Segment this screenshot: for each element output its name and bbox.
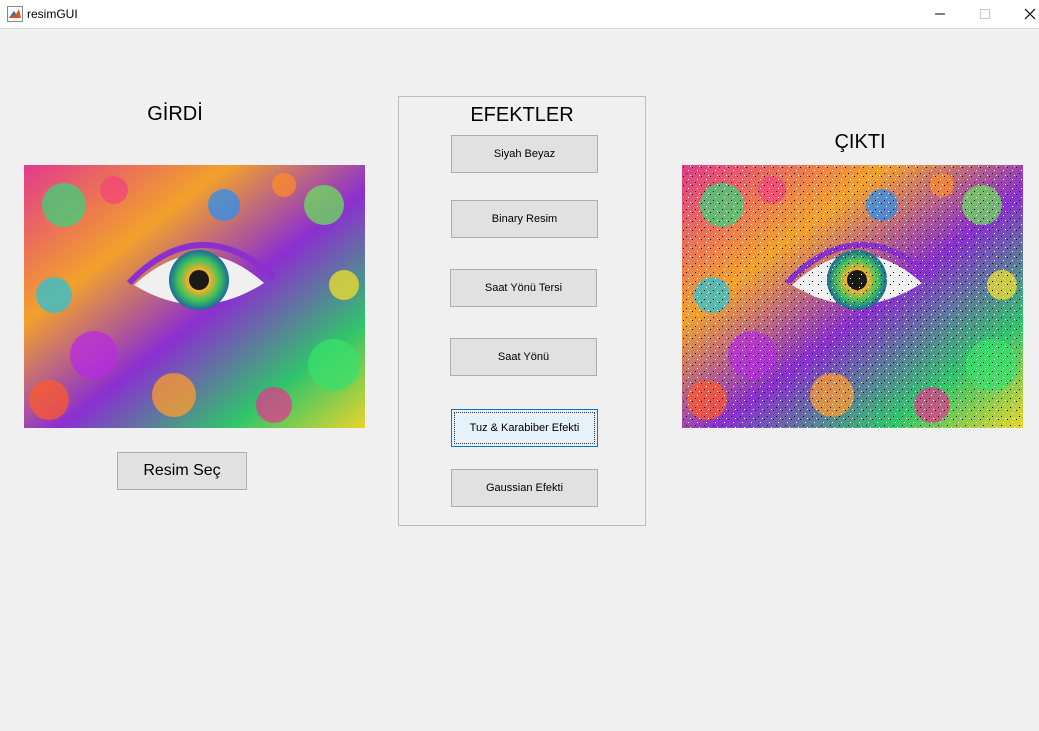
maximize-icon (980, 9, 990, 19)
close-button[interactable] (1007, 0, 1039, 28)
title-bar: resimGUI (0, 0, 1039, 29)
input-image (24, 165, 365, 428)
input-label: GİRDİ (147, 103, 203, 125)
matlab-app-icon (7, 6, 23, 22)
rotate-clockwise-button[interactable]: Saat Yönü (450, 338, 597, 376)
gaussian-button[interactable]: Gaussian Efekti (451, 469, 598, 507)
eye-artwork-input (24, 165, 365, 428)
output-label: ÇIKTI (834, 131, 886, 153)
window-title: resimGUI (27, 7, 78, 21)
close-icon (1024, 8, 1036, 20)
select-image-button[interactable]: Resim Seç (117, 452, 247, 490)
eye-artwork-output (682, 165, 1023, 428)
output-image (682, 165, 1023, 428)
rotate-counterclockwise-button[interactable]: Saat Yönü Tersi (450, 269, 597, 307)
salt-pepper-button[interactable]: Tuz & Karabiber Efekti (451, 409, 598, 447)
maximize-button[interactable] (962, 0, 1008, 28)
effects-label: EFEKTLER (470, 104, 574, 126)
minimize-icon (935, 13, 945, 15)
binary-image-button[interactable]: Binary Resim (451, 200, 598, 238)
grayscale-button[interactable]: Siyah Beyaz (451, 135, 598, 173)
minimize-button[interactable] (917, 0, 963, 28)
